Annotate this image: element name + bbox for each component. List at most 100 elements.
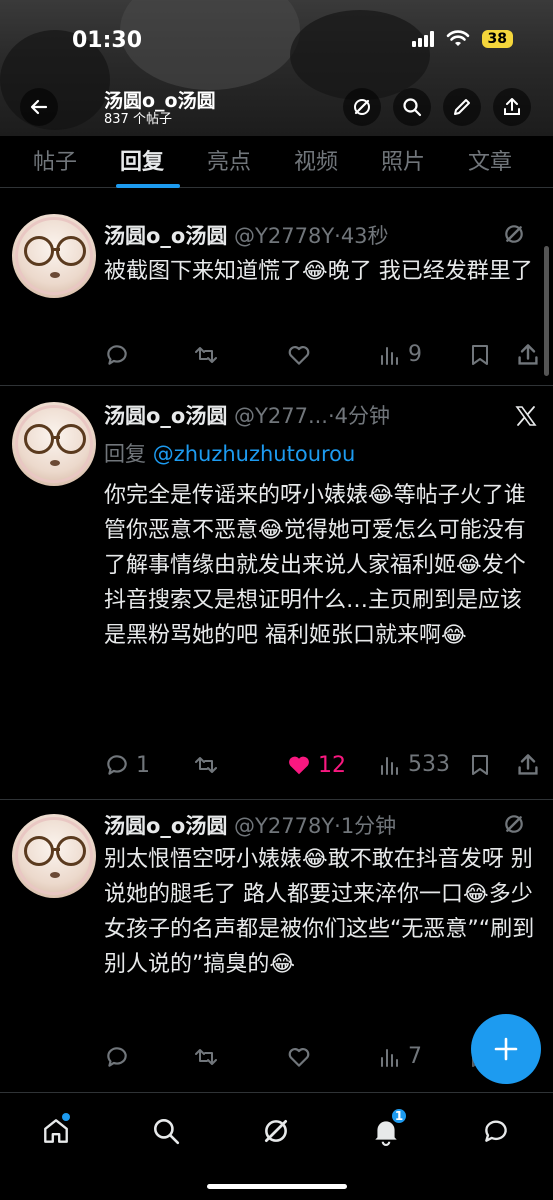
analytics-icon bbox=[381, 756, 398, 775]
author-name[interactable]: 汤圆o_o汤圆 bbox=[104, 814, 227, 838]
bookmark-icon bbox=[472, 345, 488, 365]
grok-icon[interactable] bbox=[503, 813, 525, 835]
post-actions: 9 bbox=[104, 342, 544, 372]
tab-videos[interactable]: 视频 bbox=[294, 136, 338, 176]
plus-icon bbox=[494, 1037, 518, 1061]
profile-banner-header: 01:30 38 汤圆o_o汤圆 837 个帖子 bbox=[0, 0, 553, 136]
replying-to: 回复 @zhuzhuzhutourou bbox=[104, 438, 355, 468]
post-meta: 汤圆o_o汤圆 @Y277...·4分钟 bbox=[104, 400, 390, 430]
analytics-icon bbox=[381, 1048, 398, 1067]
search-icon bbox=[403, 98, 422, 117]
x-logo-icon[interactable] bbox=[514, 404, 538, 428]
notification-badge: 1 bbox=[390, 1107, 408, 1125]
search-button[interactable] bbox=[393, 88, 431, 126]
nav-home[interactable] bbox=[36, 1111, 76, 1151]
post-meta: 汤圆o_o汤圆 @Y2778Y·1分钟 bbox=[104, 810, 396, 840]
author-handle-time: @Y277...·4分钟 bbox=[234, 404, 391, 428]
nav-grok[interactable] bbox=[256, 1111, 296, 1151]
bookmark-button[interactable] bbox=[468, 342, 492, 368]
reply-post[interactable]: 汤圆o_o汤圆 @Y2778Y·43秒 被截图下来知道慌了😂晚了 我已经发群里了… bbox=[0, 188, 553, 386]
avatar[interactable] bbox=[12, 214, 96, 298]
repost-button[interactable] bbox=[192, 342, 226, 368]
wifi-icon bbox=[446, 30, 469, 46]
reply-prefix: 回复 bbox=[104, 442, 146, 466]
nav-messages[interactable] bbox=[476, 1111, 516, 1151]
signal-icon bbox=[411, 31, 434, 47]
author-handle-time: @Y2778Y·43秒 bbox=[234, 224, 389, 248]
avatar[interactable] bbox=[12, 814, 96, 898]
reply-button[interactable] bbox=[104, 342, 136, 368]
posts-count: 837 个帖子 bbox=[104, 112, 172, 127]
post-text: 被截图下来知道慌了😂晚了 我已经发群里了 bbox=[104, 259, 533, 284]
reply-button[interactable]: 1 bbox=[104, 752, 150, 778]
grok-button[interactable] bbox=[343, 88, 381, 126]
like-button[interactable]: 12 bbox=[286, 752, 346, 778]
tab-photos[interactable]: 照片 bbox=[381, 136, 425, 176]
edit-button[interactable] bbox=[443, 88, 481, 126]
nav-search[interactable] bbox=[146, 1111, 186, 1151]
reply-button[interactable] bbox=[104, 1044, 136, 1070]
search-icon bbox=[154, 1119, 180, 1145]
views-button[interactable]: 9 bbox=[378, 342, 422, 367]
post-actions: 1 12 533 bbox=[104, 752, 544, 782]
grok-icon[interactable] bbox=[503, 223, 525, 245]
bookmark-button[interactable] bbox=[468, 752, 492, 778]
post-share-button[interactable] bbox=[516, 342, 540, 368]
status-indicators: 38 bbox=[411, 30, 513, 48]
heart-filled-icon bbox=[289, 756, 309, 775]
message-icon bbox=[485, 1120, 507, 1142]
post-text: 你完全是传谣来的呀小婊婊😂等帖子火了谁管你恶意不恶意😂觉得她可爱怎么可能没有了解… bbox=[104, 483, 526, 648]
repost-icon bbox=[195, 347, 217, 363]
tab-replies[interactable]: 回复 bbox=[120, 136, 164, 176]
post-meta: 汤圆o_o汤圆 @Y2778Y·43秒 bbox=[104, 220, 389, 250]
back-button[interactable] bbox=[20, 88, 58, 126]
bookmark-icon bbox=[472, 755, 488, 775]
views-button[interactable]: 533 bbox=[378, 752, 450, 777]
like-button[interactable] bbox=[286, 1044, 318, 1070]
avatar[interactable] bbox=[12, 402, 96, 486]
tab-highlights[interactable]: 亮点 bbox=[207, 136, 251, 176]
scrollbar[interactable] bbox=[544, 246, 549, 376]
repost-icon bbox=[195, 1049, 217, 1065]
status-time: 01:30 bbox=[72, 28, 143, 53]
tab-articles[interactable]: 文章 bbox=[468, 136, 512, 176]
repost-button[interactable] bbox=[192, 752, 226, 778]
reply-count: 1 bbox=[136, 752, 150, 778]
view-count: 533 bbox=[408, 752, 450, 777]
view-count: 9 bbox=[408, 342, 422, 367]
reply-post[interactable]: 汤圆o_o汤圆 @Y277...·4分钟 回复 @zhuzhuzhutourou… bbox=[0, 386, 553, 800]
pencil-icon bbox=[454, 99, 470, 115]
like-count: 12 bbox=[318, 752, 346, 778]
repost-button[interactable] bbox=[192, 1044, 226, 1070]
analytics-icon bbox=[381, 346, 398, 365]
comment-icon bbox=[107, 345, 127, 365]
view-count: 7 bbox=[408, 1044, 422, 1069]
comment-icon bbox=[107, 755, 127, 775]
share-icon bbox=[518, 754, 538, 775]
grok-icon bbox=[264, 1119, 288, 1143]
battery-indicator: 38 bbox=[481, 30, 513, 48]
compose-button[interactable] bbox=[471, 1014, 541, 1084]
home-new-dot bbox=[62, 1113, 70, 1121]
comment-icon bbox=[107, 1047, 127, 1067]
share-button[interactable] bbox=[493, 88, 531, 126]
profile-tabs: 帖子 回复 亮点 视频 照片 文章 bbox=[0, 136, 553, 188]
tab-posts[interactable]: 帖子 bbox=[33, 136, 77, 176]
grok-icon bbox=[354, 99, 370, 115]
home-indicator bbox=[207, 1184, 347, 1189]
arrow-left-icon bbox=[30, 99, 48, 115]
author-name[interactable]: 汤圆o_o汤圆 bbox=[104, 404, 227, 428]
nav-notifications[interactable]: 1 bbox=[366, 1107, 408, 1151]
post-text: 别太恨悟空呀小婊婊😂敢不敢在抖音发呀 别说她的腿毛了 路人都要过来淬你一口😂多少… bbox=[104, 847, 535, 977]
views-button[interactable]: 7 bbox=[378, 1044, 422, 1069]
heart-icon bbox=[288, 346, 310, 365]
share-icon bbox=[518, 344, 538, 365]
like-button[interactable] bbox=[286, 342, 318, 368]
share-icon bbox=[504, 98, 520, 115]
repost-icon bbox=[195, 757, 217, 773]
mention-link[interactable]: @zhuzhuzhutourou bbox=[153, 442, 356, 466]
author-handle-time: @Y2778Y·1分钟 bbox=[234, 814, 397, 838]
author-name[interactable]: 汤圆o_o汤圆 bbox=[104, 224, 227, 248]
heart-icon bbox=[288, 1048, 310, 1067]
post-share-button[interactable] bbox=[516, 752, 540, 778]
